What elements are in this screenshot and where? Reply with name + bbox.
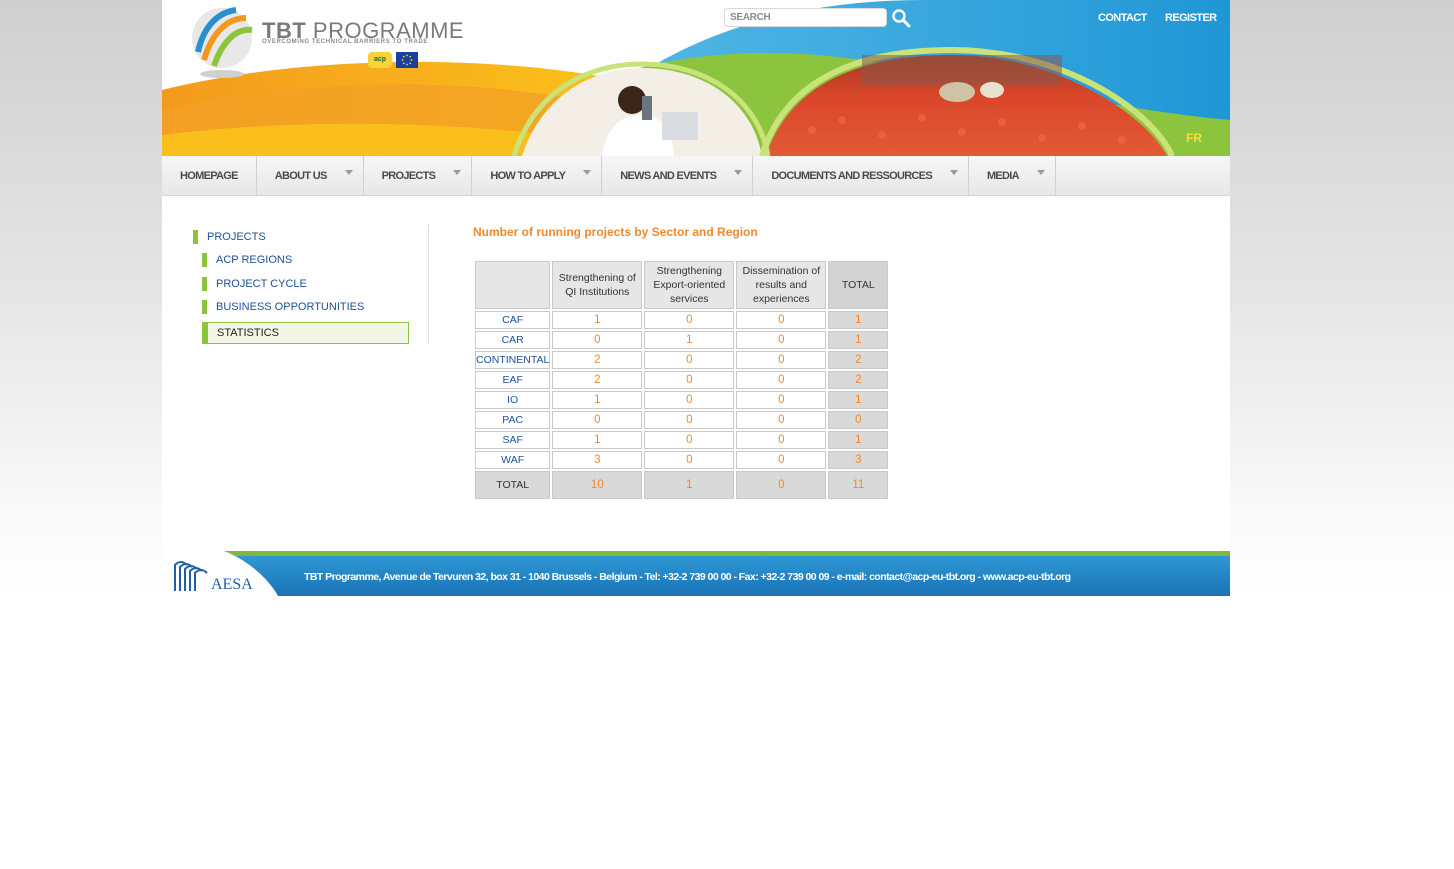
table-row: CAR 0 1 0 1 (475, 331, 889, 349)
caret-down-icon (344, 170, 353, 175)
value-cell: 0 (552, 411, 643, 429)
table-header-cell (475, 261, 551, 309)
total-value-cell: 10 (552, 471, 643, 499)
caret-down-icon (453, 170, 462, 175)
table-row: IO 1 0 0 1 (475, 391, 889, 409)
search-input[interactable] (724, 8, 887, 27)
row-total-cell: 2 (828, 371, 889, 389)
sidebar-item-project-cycle[interactable]: PROJECT CYCLE (202, 274, 307, 295)
caret-down-icon (583, 170, 592, 175)
nav-item-how-to-apply[interactable]: HOW TO APPLY (472, 156, 603, 195)
value-cell: 0 (644, 371, 735, 389)
region-cell: WAF (475, 451, 551, 469)
table-header-cell: Strengthening Export-oriented services (644, 261, 735, 309)
aesa-logo-text: AESA (211, 576, 253, 593)
value-cell: 3 (552, 451, 643, 469)
value-cell: 0 (644, 351, 735, 369)
aesa-logo[interactable]: AESA (173, 559, 253, 593)
row-total-cell: 1 (828, 331, 889, 349)
footer-address: TBT Programme, Avenue de Tervuren 32, bo… (304, 571, 1071, 583)
value-cell: 0 (644, 431, 735, 449)
acp-logo: acp (368, 52, 392, 68)
value-cell: 0 (736, 411, 827, 429)
value-cell: 0 (736, 391, 827, 409)
value-cell: 0 (736, 311, 827, 329)
value-cell: 0 (644, 311, 735, 329)
value-cell: 1 (552, 431, 643, 449)
region-cell: PAC (475, 411, 551, 429)
nav-item-news-and-events[interactable]: NEWS AND EVENTS (602, 156, 754, 195)
region-cell: SAF (475, 431, 551, 449)
sidebar-item-acp-regions[interactable]: ACP REGIONS (202, 250, 292, 271)
caret-down-icon (949, 170, 958, 175)
aesa-waves-icon (174, 561, 208, 591)
value-cell: 0 (644, 391, 735, 409)
value-cell: 0 (736, 331, 827, 349)
page-title: Number of running projects by Sector and… (473, 225, 758, 239)
register-link[interactable]: REGISTER (1165, 12, 1217, 24)
contact-link[interactable]: CONTACT (1098, 12, 1147, 24)
value-cell: 0 (644, 411, 735, 429)
table-header-cell: Strengthening of QI Institutions (552, 261, 643, 309)
value-cell: 0 (644, 451, 735, 469)
value-cell: 0 (736, 351, 827, 369)
region-cell: CONTINENTAL (475, 351, 551, 369)
value-cell: 1 (644, 331, 735, 349)
value-cell: 2 (552, 371, 643, 389)
sidebar-item-business-opportunities[interactable]: BUSINESS OPPORTUNITIES (202, 297, 364, 318)
nav-item-projects[interactable]: PROJECTS (364, 156, 473, 195)
row-total-cell: 0 (828, 411, 889, 429)
table-header-row: Strengthening of QI Institutions Strengt… (475, 261, 889, 309)
value-cell: 0 (736, 371, 827, 389)
caret-down-icon (734, 170, 743, 175)
table-row: SAF 1 0 0 1 (475, 431, 889, 449)
value-cell: 1 (552, 391, 643, 409)
row-total-cell: 1 (828, 391, 889, 409)
row-total-cell: 2 (828, 351, 889, 369)
table-header-cell: Dissemination of results and experiences (736, 261, 827, 309)
value-cell: 2 (552, 351, 643, 369)
sidebar-item-projects[interactable]: PROJECTS (193, 227, 266, 248)
grand-total-cell: 11 (828, 471, 889, 499)
nav-item-media[interactable]: MEDIA (969, 156, 1056, 195)
nav-item-about-us[interactable]: ABOUT US (257, 156, 364, 195)
logo-subtitle: OVERCOMING TECHNICAL BARRIERS TO TRADE (262, 39, 428, 45)
total-value-cell: 0 (736, 471, 827, 499)
sidebar: PROJECTS ACP REGIONS PROJECT CYCLE BUSIN… (193, 224, 429, 344)
globe-logo-icon (192, 7, 253, 78)
value-cell: 0 (736, 431, 827, 449)
caret-down-icon (1036, 170, 1045, 175)
total-value-cell: 1 (644, 471, 735, 499)
eu-flag-icon (396, 52, 418, 68)
statistics-table: Strengthening of QI Institutions Strengt… (473, 259, 890, 501)
row-total-cell: 1 (828, 431, 889, 449)
language-switch-fr[interactable]: FR (1186, 131, 1202, 145)
nav-item-documents[interactable]: DOCUMENTS AND RESSOURCES (753, 156, 969, 195)
table-header-cell: TOTAL (828, 261, 889, 309)
table-row: EAF 2 0 0 2 (475, 371, 889, 389)
table-total-row: TOTAL 10 1 0 11 (475, 471, 889, 499)
sidebar-item-statistics[interactable]: STATISTICS (202, 322, 409, 344)
search-icon[interactable] (891, 8, 911, 28)
table-row: PAC 0 0 0 0 (475, 411, 889, 429)
value-cell: 0 (552, 331, 643, 349)
value-cell: 0 (736, 451, 827, 469)
site-logo[interactable]: TBT PROGRAMME OVERCOMING TECHNICAL BARRI… (190, 4, 464, 84)
region-cell: IO (475, 391, 551, 409)
site-header: TBT PROGRAMME OVERCOMING TECHNICAL BARRI… (162, 0, 1230, 156)
site-footer: AESA TBT Programme, Avenue de Tervuren 3… (162, 551, 1230, 596)
region-cell: CAF (475, 311, 551, 329)
total-label-cell: TOTAL (475, 471, 551, 499)
region-cell: EAF (475, 371, 551, 389)
row-total-cell: 3 (828, 451, 889, 469)
nav-item-homepage[interactable]: HOMEPAGE (162, 156, 257, 195)
page-container: TBT PROGRAMME OVERCOMING TECHNICAL BARRI… (162, 0, 1230, 596)
region-cell: CAR (475, 331, 551, 349)
table-row: CONTINENTAL 2 0 0 2 (475, 351, 889, 369)
row-total-cell: 1 (828, 311, 889, 329)
value-cell: 1 (552, 311, 643, 329)
table-row: WAF 3 0 0 3 (475, 451, 889, 469)
table-row: CAF 1 0 0 1 (475, 311, 889, 329)
main-nav: HOMEPAGE ABOUT US PROJECTS HOW TO APPLY … (162, 156, 1230, 196)
